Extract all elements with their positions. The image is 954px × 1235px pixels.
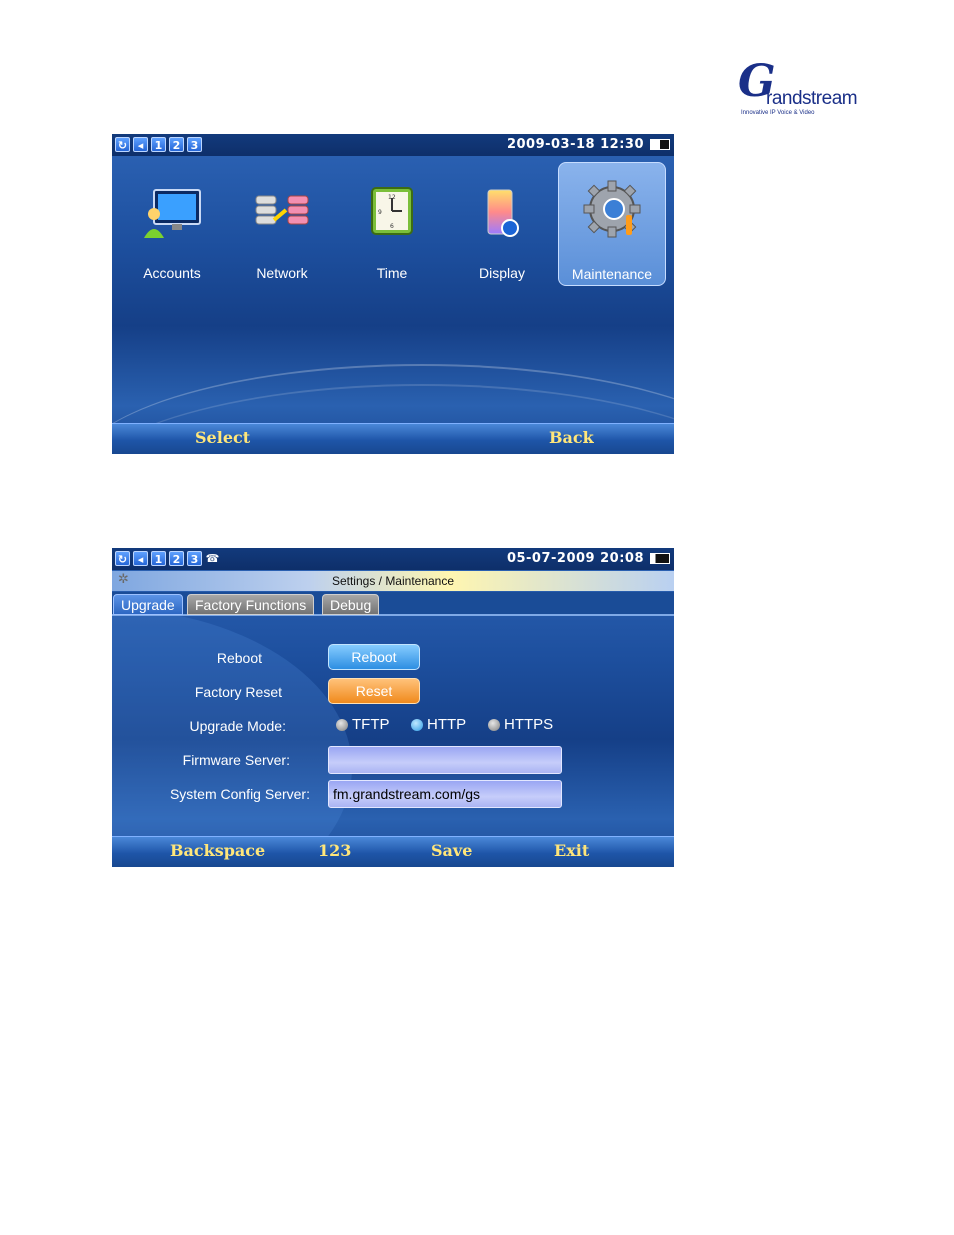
config-server-label: System Config Server: (169, 786, 310, 802)
line-3-indicator: 3 (187, 137, 202, 152)
radio-indicator (336, 718, 348, 731)
svg-text:9: 9 (378, 209, 382, 216)
page-title: Settings / Maintenance (331, 574, 455, 588)
line-1-indicator: 1 (151, 137, 166, 152)
title-bar: ✲ Settings / Maintenance (112, 571, 674, 591)
tab-upgrade[interactable]: Upgrade (113, 594, 183, 615)
settings-menu-screen: ↻ ◂ 1 2 3 2009-03-18 12:30 Accounts Netw… (112, 134, 674, 454)
maintenance-settings-screen: ↻ ◂ 1 2 3 ☎ 05-07-2009 20:08 ✲ Settings … (112, 548, 674, 867)
tab-debug[interactable]: Debug (322, 594, 380, 615)
reboot-button[interactable]: Reboot (328, 644, 420, 670)
line-2-indicator: 2 (169, 137, 184, 152)
display-icon (487, 189, 519, 237)
reset-button[interactable]: Reset (328, 678, 420, 704)
status-datetime: 2009-03-18 12:30 (506, 137, 644, 152)
radio-indicator (411, 718, 423, 731)
softkey-bar: Select Back (112, 423, 674, 454)
menu-item-time[interactable]: 12 9 6 Time (338, 162, 446, 286)
firmware-server-label: Firmware Server: (182, 752, 290, 768)
sync-icon: ↻ (115, 551, 130, 566)
radio-label-http: HTTP (427, 716, 467, 733)
menu-label-time: Time (376, 265, 408, 281)
battery-icon (650, 553, 670, 564)
volume-icon: ◂ (133, 137, 148, 152)
radio-indicator (488, 718, 500, 731)
gear-tools-icon (583, 180, 641, 238)
softkey-bar: Backspace 123 Save Exit (112, 836, 674, 867)
menu-item-accounts[interactable]: Accounts (118, 162, 226, 286)
battery-icon (650, 139, 670, 150)
menu-item-display[interactable]: Display (448, 162, 556, 286)
factory-reset-label: Factory Reset (194, 684, 282, 700)
softkey-select[interactable]: Select (195, 428, 250, 447)
accounts-monitor-icon (144, 189, 201, 238)
radio-tftp[interactable]: TFTP (336, 716, 390, 733)
logo-tagline: Innovative IP Voice & Video (741, 110, 815, 116)
line-2-indicator: 2 (169, 551, 184, 566)
upgrade-mode-label: Upgrade Mode: (189, 718, 286, 734)
volume-icon: ◂ (133, 551, 148, 566)
tab-bar: Upgrade Factory Functions Debug (112, 592, 674, 616)
sync-icon: ↻ (115, 137, 130, 152)
line-1-indicator: 1 (151, 551, 166, 566)
softkey-exit[interactable]: Exit (554, 841, 589, 860)
background-swoosh (112, 608, 352, 867)
tab-factory-functions[interactable]: Factory Functions (187, 594, 315, 615)
phone-icon: ☎ (205, 552, 220, 565)
softkey-backspace[interactable]: Backspace (170, 841, 265, 860)
menu-label-network: Network (256, 265, 308, 281)
network-icon (255, 195, 309, 225)
softkey-save[interactable]: Save (431, 841, 472, 860)
radio-http[interactable]: HTTP (411, 716, 466, 733)
firmware-server-field[interactable] (328, 746, 562, 774)
radio-label-https: HTTPS (504, 716, 554, 733)
line-3-indicator: 3 (187, 551, 202, 566)
softkey-back[interactable]: Back (549, 428, 594, 447)
status-bar: ↻ ◂ 1 2 3 2009-03-18 12:30 (112, 134, 674, 156)
clock-icon: 12 9 6 (371, 187, 413, 235)
svg-text:6: 6 (390, 223, 394, 230)
menu-label-maintenance: Maintenance (571, 266, 653, 282)
menu-label-display: Display (479, 265, 525, 281)
softkey-123[interactable]: 123 (318, 841, 351, 860)
menu-label-accounts: Accounts (143, 265, 201, 281)
status-bar: ↻ ◂ 1 2 3 ☎ 05-07-2009 20:08 (112, 548, 674, 570)
reboot-label: Reboot (216, 650, 262, 666)
grandstream-logo: G randstream Innovative IP Voice & Video (736, 56, 858, 120)
svg-text:12: 12 (388, 194, 396, 201)
menu-item-network[interactable]: Network (228, 162, 336, 286)
status-datetime: 05-07-2009 20:08 (506, 551, 644, 566)
radio-label-tftp: TFTP (352, 716, 390, 733)
logo-wordmark: randstream (766, 88, 858, 109)
radio-https[interactable]: HTTPS (488, 716, 553, 733)
menu-item-maintenance[interactable]: Maintenance (558, 162, 666, 286)
config-server-field[interactable]: fm.grandstream.com/gs (328, 780, 562, 808)
